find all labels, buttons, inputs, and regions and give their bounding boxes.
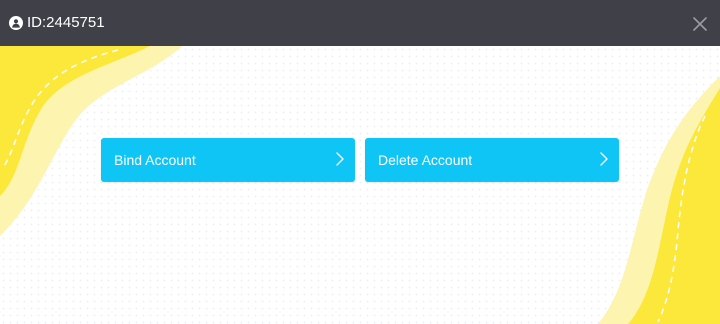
bind-account-label: Bind Account <box>114 152 196 168</box>
decorative-waves <box>0 46 720 324</box>
chevron-right-icon <box>336 152 344 166</box>
user-icon <box>9 16 23 30</box>
account-id: ID:2445751 <box>27 14 105 31</box>
bind-account-button[interactable]: Bind Account <box>101 138 355 182</box>
delete-account-label: Delete Account <box>378 152 473 168</box>
close-icon <box>693 17 707 31</box>
title-bar: ID:2445751 <box>0 0 720 46</box>
chevron-right-icon <box>600 152 608 166</box>
delete-account-button[interactable]: Delete Account <box>365 138 619 182</box>
dialog-body: Bind Account Delete Account <box>0 46 720 324</box>
close-button[interactable] <box>688 12 712 36</box>
